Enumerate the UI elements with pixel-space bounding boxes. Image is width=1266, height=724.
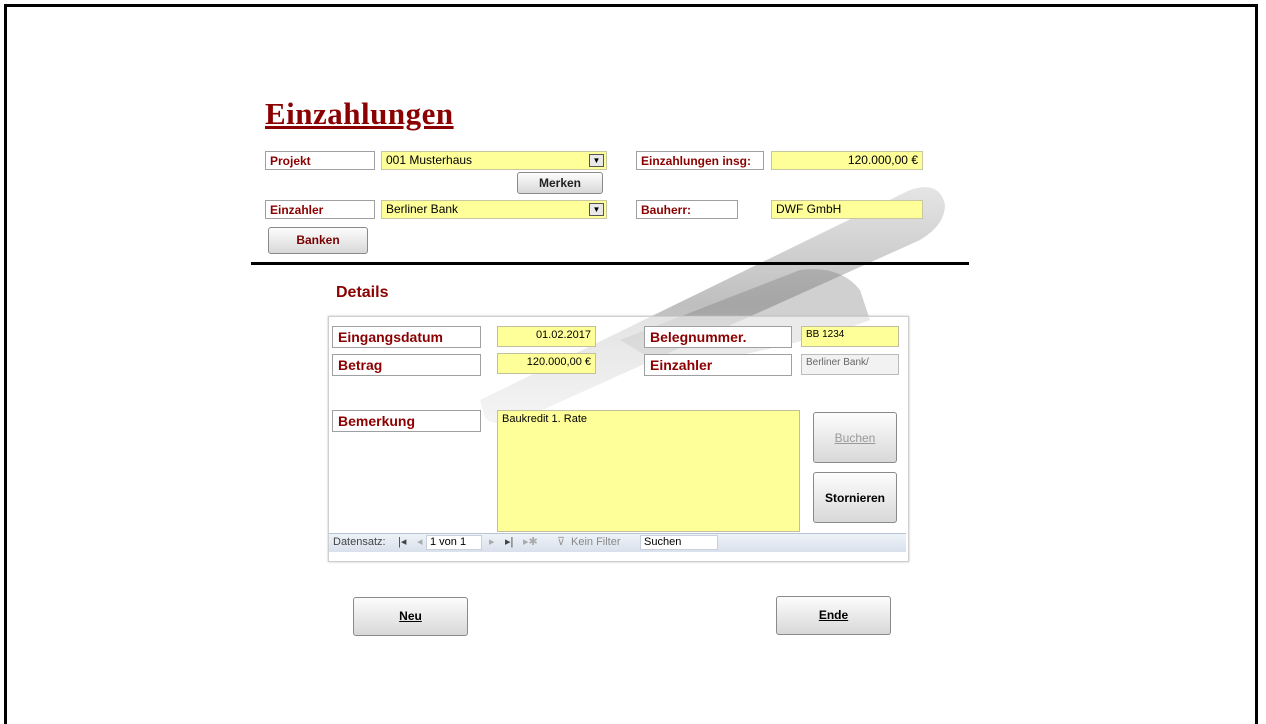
last-record-icon[interactable]: ▸| <box>505 535 513 548</box>
datensatz-label: Datensatz: <box>333 536 386 548</box>
ende-button[interactable]: Ende <box>776 596 891 635</box>
belegnummer-field[interactable]: BB 1234 <box>801 326 899 347</box>
belegnummer-label: Belegnummer. <box>644 326 792 348</box>
projekt-combobox[interactable]: 001 Musterhaus ▼ <box>381 151 607 170</box>
einzahler-combobox[interactable]: Berliner Bank ▼ <box>381 200 607 219</box>
betrag-field[interactable]: 120.000,00 € <box>497 353 596 374</box>
bauherr-field[interactable]: DWF GmbH <box>771 200 923 219</box>
details-heading: Details <box>336 284 389 301</box>
merken-button[interactable]: Merken <box>517 172 603 194</box>
new-record-icon[interactable]: ▸✱ <box>523 535 538 548</box>
betrag-label: Betrag <box>332 354 481 376</box>
record-position-field[interactable]: 1 von 1 <box>426 535 482 550</box>
filter-icon[interactable]: ⊽ <box>557 535 565 548</box>
einzahlungen-insg-field[interactable]: 120.000,00 € <box>771 151 923 170</box>
prev-record-icon[interactable]: ◂ <box>417 535 423 548</box>
dropdown-arrow-icon[interactable]: ▼ <box>589 154 604 167</box>
eingangsdatum-field[interactable]: 01.02.2017 <box>497 326 596 347</box>
bemerkung-label: Bemerkung <box>332 410 481 432</box>
record-navigation-bar: Datensatz: |◂ ◂ 1 von 1 ▸ ▸| ▸✱ ⊽ Kein F… <box>329 533 906 552</box>
bauherr-label: Bauherr: <box>636 200 738 219</box>
eingangsdatum-label: Eingangsdatum <box>332 326 481 348</box>
neu-button[interactable]: Neu <box>353 597 468 636</box>
einzahler-label: Einzahler <box>265 200 375 219</box>
bemerkung-textarea[interactable]: Baukredit 1. Rate <box>497 410 800 532</box>
einzahlungen-insg-label: Einzahlungen insg: <box>636 151 764 170</box>
stornieren-button[interactable]: Stornieren <box>813 472 897 523</box>
search-input[interactable]: Suchen <box>640 535 718 550</box>
projekt-label: Projekt <box>265 151 375 170</box>
first-record-icon[interactable]: |◂ <box>398 535 406 548</box>
page-title: Einzahlungen <box>265 96 454 131</box>
separator-line <box>251 262 969 265</box>
buchen-button[interactable]: Buchen <box>813 412 897 463</box>
projekt-value: 001 Musterhaus <box>386 153 473 167</box>
next-record-icon[interactable]: ▸ <box>489 535 495 548</box>
dropdown-arrow-icon[interactable]: ▼ <box>589 203 604 216</box>
banken-button[interactable]: Banken <box>268 227 368 254</box>
einzahler-detail-field: Berliner Bank/ <box>801 354 899 375</box>
einzahler-detail-label: Einzahler <box>644 354 792 376</box>
filter-status[interactable]: Kein Filter <box>571 536 621 548</box>
einzahler-value: Berliner Bank <box>386 202 459 216</box>
